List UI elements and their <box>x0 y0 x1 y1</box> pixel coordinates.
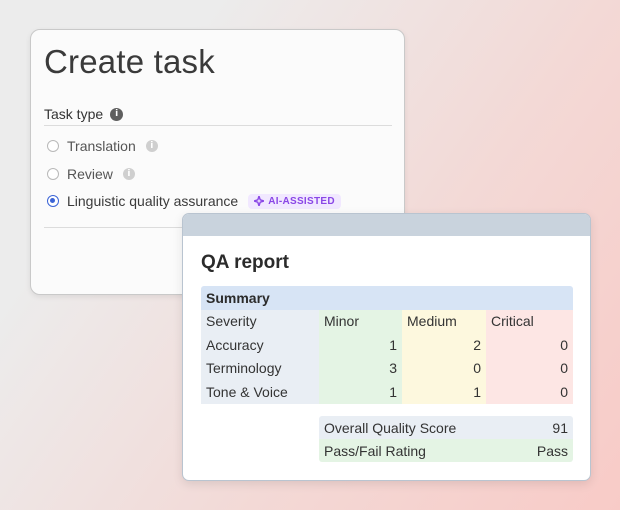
table-row: Terminology 3 0 0 <box>201 357 573 381</box>
minor-count: 3 <box>319 357 402 381</box>
medium-count: 0 <box>402 357 486 381</box>
radio-button[interactable] <box>47 168 59 180</box>
overall-quality-score-row: Overall Quality Score 91 <box>319 416 573 439</box>
info-icon[interactable]: i <box>122 168 135 180</box>
pass-fail-label: Pass/Fail Rating <box>324 442 426 459</box>
info-icon[interactable]: i <box>145 140 158 152</box>
summary-header: Summary <box>201 286 573 310</box>
column-header: Critical <box>486 310 573 334</box>
badge-label: AI-ASSISTED <box>268 195 335 207</box>
medium-count: 2 <box>402 333 486 357</box>
column-header: Minor <box>319 310 402 334</box>
create-task-title: Create task <box>44 43 215 80</box>
info-icon[interactable]: i <box>110 107 124 121</box>
task-type-label-text: Task type <box>44 106 104 122</box>
row-label: Accuracy <box>201 333 319 357</box>
radio-button[interactable] <box>47 140 59 152</box>
table-header-row: Severity Minor Medium Critical <box>201 310 573 334</box>
radio-option-lqa[interactable]: Linguistic quality assurance AI-ASSISTED <box>47 193 341 209</box>
qa-report-window: QA report Summary Severity Minor Medium … <box>182 213 591 481</box>
column-header: Medium <box>402 310 486 334</box>
radio-option-review[interactable]: Review i <box>47 166 135 182</box>
critical-count: 0 <box>486 333 573 357</box>
radio-button-selected[interactable] <box>47 195 59 207</box>
option-label: Review <box>67 166 113 182</box>
sparkle-icon <box>254 196 265 206</box>
pass-fail-row: Pass/Fail Rating Pass <box>319 439 573 462</box>
critical-count: 0 <box>486 380 573 404</box>
overall-quality-label: Overall Quality Score <box>324 419 457 436</box>
minor-count: 1 <box>319 380 402 404</box>
qa-report-title: QA report <box>201 252 289 273</box>
radio-option-translation[interactable]: Translation i <box>47 138 158 154</box>
table-row: Tone & Voice 1 1 0 <box>201 380 573 404</box>
option-label: Linguistic quality assurance <box>67 193 239 209</box>
divider <box>44 125 392 126</box>
table-row: Accuracy 1 2 0 <box>201 333 573 357</box>
overall-quality-value: 91 <box>552 419 568 436</box>
option-label: Translation <box>67 138 136 154</box>
pass-fail-value: Pass <box>536 442 568 459</box>
task-type-label: Task type i <box>44 106 124 122</box>
window-title-bar[interactable] <box>183 214 590 236</box>
column-header: Severity <box>201 310 319 334</box>
critical-count: 0 <box>486 357 573 381</box>
medium-count: 1 <box>402 380 486 404</box>
ai-assisted-badge: AI-ASSISTED <box>248 193 341 209</box>
minor-count: 1 <box>319 333 402 357</box>
row-label: Terminology <box>201 357 319 381</box>
row-label: Tone & Voice <box>201 380 319 404</box>
